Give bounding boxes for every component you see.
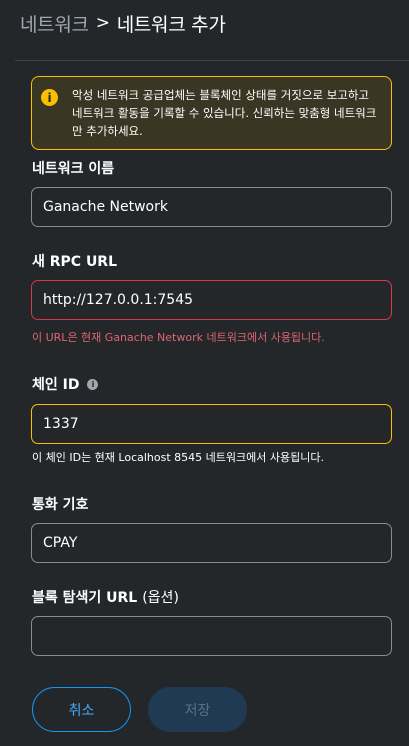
- currency-symbol-label: 통화 기호: [32, 494, 88, 514]
- cancel-button[interactable]: 취소: [32, 687, 131, 732]
- optional-tag: (옵션): [142, 590, 179, 606]
- network-name-input[interactable]: Ganache Network: [31, 187, 392, 227]
- rpc-url-label-text: 새 RPC URL: [32, 254, 118, 270]
- network-name-label: 네트워크 이름: [32, 158, 114, 178]
- chain-id-label: 체인 ID i: [32, 374, 99, 394]
- network-name-label-text: 네트워크 이름: [32, 161, 115, 177]
- breadcrumb-networks-link[interactable]: 네트워크: [20, 10, 89, 37]
- info-icon[interactable]: i: [87, 378, 99, 390]
- rpc-url-label: 새 RPC URL: [32, 251, 117, 271]
- chain-id-input[interactable]: 1337: [31, 404, 392, 444]
- save-button[interactable]: 저장: [148, 687, 247, 732]
- warning-banner: i 악성 네트워크 공급업체는 블록체인 상태를 거짓으로 보고하고 네트워크 …: [31, 76, 392, 150]
- currency-symbol-label-text: 통화 기호: [32, 497, 89, 513]
- chevron-right-icon: >: [95, 13, 110, 33]
- rpc-url-input[interactable]: http://127.0.0.1:7545: [31, 280, 392, 320]
- divider: [15, 60, 409, 61]
- currency-symbol-input[interactable]: CPAY: [31, 523, 392, 563]
- block-explorer-label: 블록 탐색기 URL (옵션): [32, 587, 179, 607]
- breadcrumb: 네트워크 > 네트워크 추가: [20, 9, 226, 37]
- page-title: 네트워크 추가: [116, 13, 226, 36]
- warning-text: 악성 네트워크 공급업체는 블록체인 상태를 거짓으로 보고하고 네트워크 활동…: [72, 88, 377, 138]
- chain-id-note: 이 체인 ID는 현재 Localhost 8545 네트워크에서 사용됩니다.: [32, 451, 324, 464]
- chain-id-label-text: 체인 ID: [32, 377, 80, 393]
- info-icon: i: [41, 89, 58, 106]
- rpc-url-error: 이 URL은 현재 Ganache Network 네트워크에서 사용됩니다.: [32, 331, 325, 344]
- block-explorer-input[interactable]: [31, 616, 392, 656]
- block-explorer-label-text: 블록 탐색기 URL: [32, 590, 138, 606]
